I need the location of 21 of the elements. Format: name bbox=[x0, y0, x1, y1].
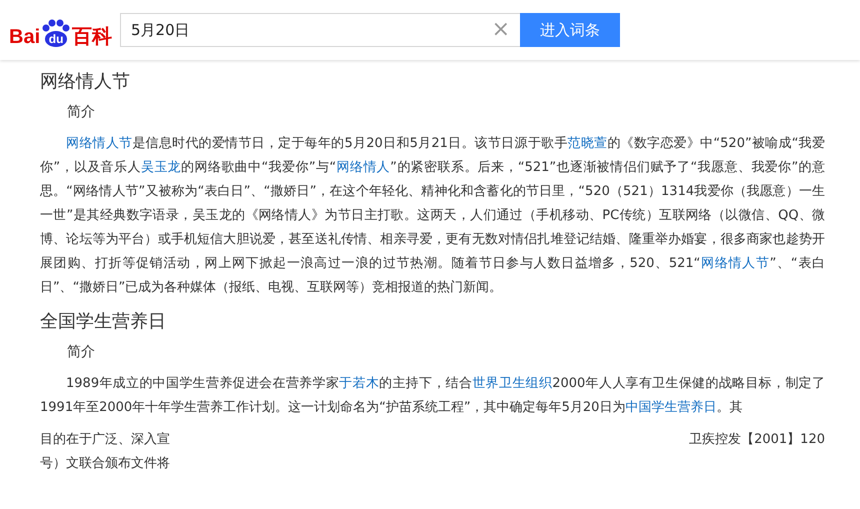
link[interactable]: 网络情人节 bbox=[700, 256, 770, 271]
link[interactable]: 中国学生营养日 bbox=[625, 400, 716, 415]
text-fragment: 卫疾控发【2001】120 bbox=[689, 431, 825, 449]
logo[interactable]: Bai du 百科 bbox=[9, 13, 115, 47]
enter-entry-button[interactable]: 进入词条 bbox=[520, 13, 620, 47]
link[interactable]: 网络情人 bbox=[336, 160, 390, 175]
link[interactable]: 网络情人节 bbox=[66, 136, 132, 151]
paragraph: 1989年成立的中国学生营养促进会在营养学家于若木的主持下，结合世界卫生组织2000年人人享有卫生保健的战略目标，制定了1991年至2000年十年学生营养工作计划。这一计划命名为“护苗系统工程”，其中确定每年5月20日为中国学生营养日。其 bbox=[40, 375, 825, 417]
clear-icon[interactable]: × bbox=[492, 19, 510, 41]
subsection-heading: 简介 bbox=[67, 103, 96, 122]
subsection-heading: 简介 bbox=[67, 343, 96, 362]
text-fragment: 号）文联合颁布文件将 bbox=[40, 455, 170, 473]
link[interactable]: 于若木 bbox=[339, 376, 380, 391]
section-heading: 网络情人节 bbox=[40, 70, 131, 94]
search-field[interactable]: 5月20日 × bbox=[120, 13, 520, 47]
paragraph: 网络情人节是信息时代的爱情节日，定于每年的5月20日和5月21日。该节日源于歌手范晓萱的《数字恋爱》中“520”被喻成“我爱你”，以及音乐人吴玉龙的网络歌曲中“我爱你”与“网络情人”的紧密联系。后来，“521”也逐渐被情侣们赋予了“我愿意、我爱你”的意思。“网络情人节”又被称为“表白日”、“撒娇日”，在这个年轻化、精神化和含蓄化的节日里，“520（521）1314我爱你（我愿意）一生一世”是其经典数字语录，吴玉龙的《网络情人》为节日主打歌。这两天，人们通过（手机移动、PC传统）互联网络（以微信、QQ、微博、论坛等为平台）或手机短信大胆说爱，甚至送礼传情、相亲寻爱，更有无数对情侣扎堆登记结婚、隆重举办婚宴，很多商家也趁势开展团购、打折等促销活动，网上网下掀起一浪高过一浪的过节热潮。随着节日参与人数日益增多，520、521“网络情人节”、“表白日”、“撒娇日”已成为各种媒体（报纸、电视、互联网等）竞相报道的热门新闻。 bbox=[40, 135, 825, 297]
link[interactable]: 范晓萱 bbox=[568, 136, 608, 151]
text-fragment: 目的在于广泛、深入宣 bbox=[40, 431, 170, 449]
section-heading: 全国学生营养日 bbox=[40, 310, 167, 334]
link[interactable]: 吴玉龙 bbox=[140, 160, 182, 175]
link[interactable]: 世界卫生组织 bbox=[472, 376, 552, 391]
